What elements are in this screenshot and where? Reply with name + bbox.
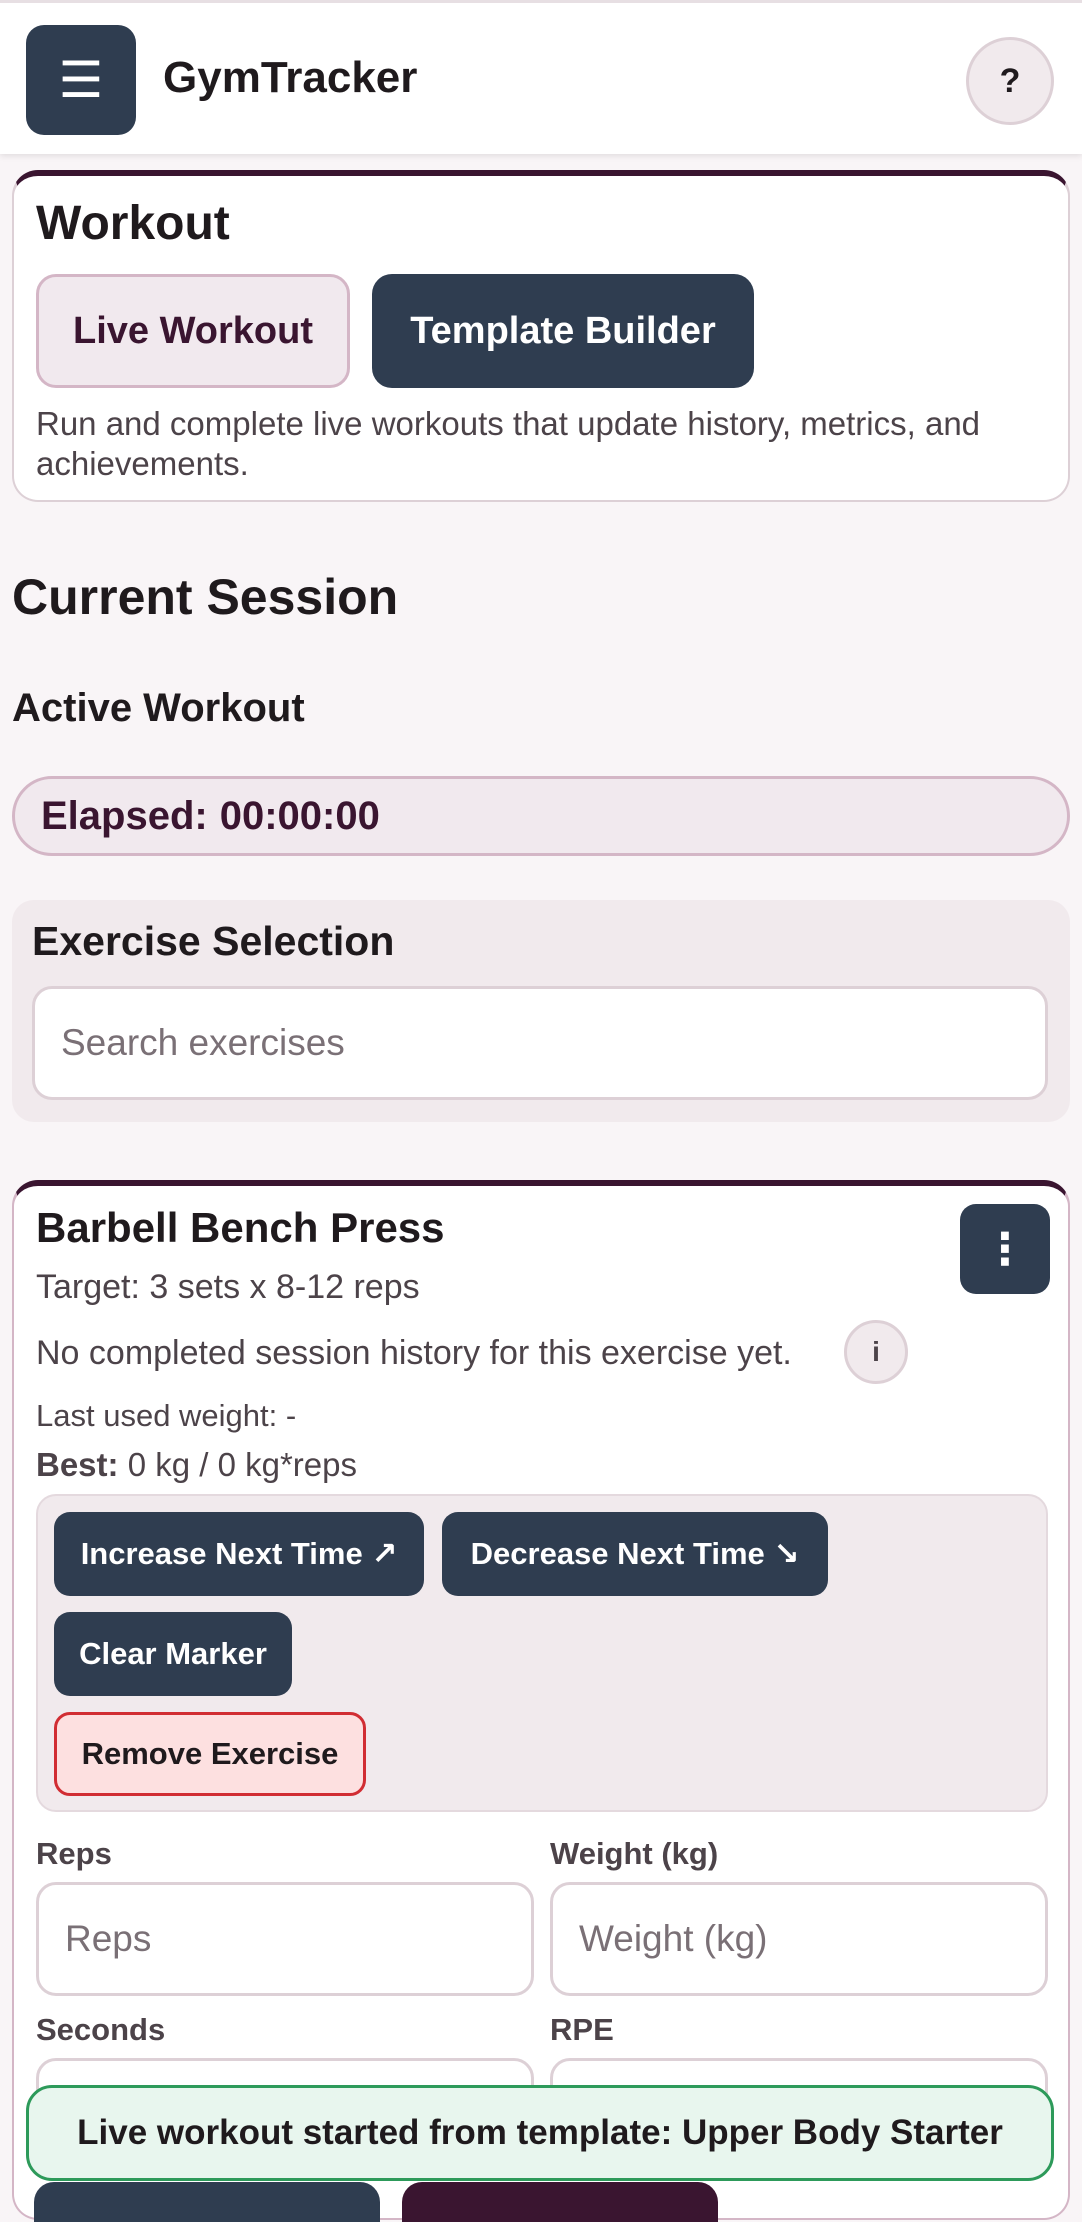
seconds-label: Seconds [36,2012,166,2047]
hamburger-menu-icon: ☰ [58,52,104,108]
elapsed-label: Elapsed: [41,793,208,838]
kebab-menu-icon: ⋮ [983,1224,1027,1274]
elapsed-timer: Elapsed: 00:00:00 [12,776,1070,856]
workout-card: Workout Live Workout Template Builder Ru… [12,170,1070,502]
reps-input[interactable] [36,1882,534,1996]
workout-title: Workout [36,197,230,250]
exercise-target: Target: 3 sets x 8-12 reps [36,1268,420,1306]
active-workout-heading: Active Workout [12,686,305,730]
best-record: Best: 0 kg / 0 kg*reps [36,1446,357,1484]
exercise-actions-panel: Increase Next Time ↗ Decrease Next Time … [36,1494,1048,1812]
clear-marker-button[interactable]: Clear Marker [54,1612,292,1696]
last-used-weight: Last used weight: - [36,1398,297,1433]
increase-next-time-button[interactable]: Increase Next Time ↗ [54,1512,424,1596]
exercise-history-note: No completed session history for this ex… [36,1334,792,1372]
weight-label: Weight (kg) [550,1836,719,1871]
exercise-selection-panel: Exercise Selection [12,900,1070,1122]
bottom-action-button-left[interactable] [34,2182,380,2222]
rpe-label: RPE [550,2012,614,2047]
current-session-heading: Current Session [12,569,399,625]
question-mark-icon: ? [999,61,1021,100]
best-label: Best: [36,1446,119,1483]
exercise-name: Barbell Bench Press [36,1204,445,1251]
elapsed-value: 00:00:00 [219,793,380,838]
help-button[interactable]: ? [966,37,1054,125]
exercise-selection-title: Exercise Selection [32,918,395,964]
decrease-next-time-button[interactable]: Decrease Next Time ↘ [442,1512,828,1596]
remove-exercise-button[interactable]: Remove Exercise [54,1712,366,1796]
weight-input[interactable] [550,1882,1048,1996]
tab-live-workout[interactable]: Live Workout [36,274,350,388]
reps-label: Reps [36,1836,112,1871]
info-icon: i [872,1336,880,1367]
exercise-card: Barbell Bench Press ⋮ Target: 3 sets x 8… [12,1180,1070,2220]
best-value: 0 kg / 0 kg*reps [127,1446,357,1483]
exercise-search-input[interactable] [32,986,1048,1100]
tab-template-builder[interactable]: Template Builder [372,274,754,388]
app-title: GymTracker [163,53,418,102]
workout-description: Run and complete live workouts that upda… [36,405,981,482]
exercise-menu-button[interactable]: ⋮ [960,1204,1050,1294]
menu-button[interactable]: ☰ [26,25,136,135]
bottom-action-button-right[interactable] [402,2182,718,2222]
info-button[interactable]: i [844,1320,908,1384]
top-app-bar: ☰ GymTracker ? [0,0,1082,154]
toast-notification: Live workout started from template: Uppe… [26,2085,1054,2181]
